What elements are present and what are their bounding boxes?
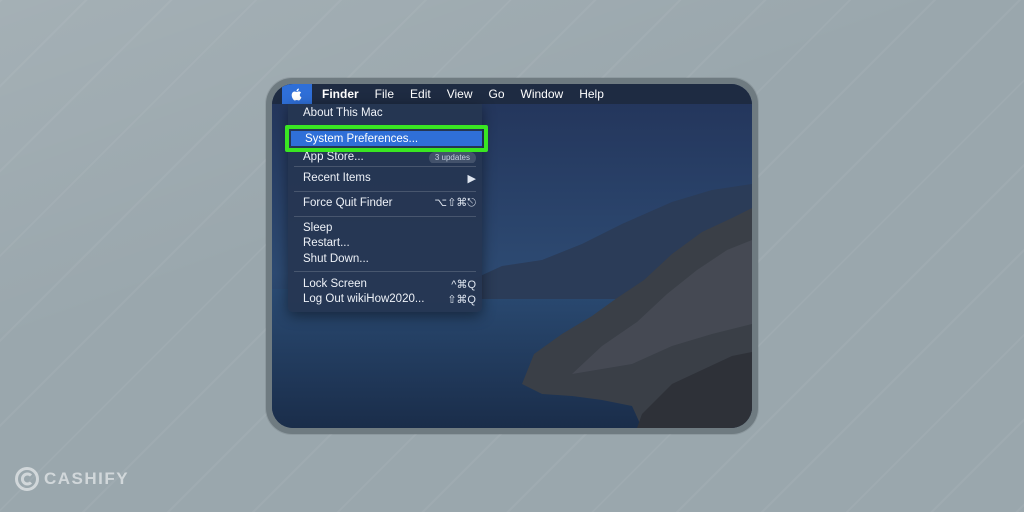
menu-item-label: About This Mac [303,107,383,119]
menu-bar: Finder File Edit View Go Window Help [272,84,752,104]
menu-go[interactable]: Go [481,87,513,101]
apple-menu-dropdown: About This Mac App Store... 3 updates Sy… [285,104,488,312]
menu-item-label: Force Quit Finder [303,197,393,209]
menu-item-about-this-mac[interactable]: About This Mac [288,105,482,121]
shortcut-label: ⇧⌘Q [447,293,476,306]
menu-finder[interactable]: Finder [312,87,367,101]
menu-item-log-out[interactable]: Log Out wikiHow2020... ⇧⌘Q [288,291,482,307]
menu-file[interactable]: File [367,87,402,101]
menu-item-label: Shut Down... [303,253,369,265]
menu-item-label: Sleep [303,222,333,234]
menu-separator [294,271,476,272]
updates-badge: 3 updates [428,152,476,163]
apple-icon [291,88,302,101]
menu-item-label: Log Out wikiHow2020... [303,293,425,305]
menu-separator [294,216,476,217]
mac-screen: Finder File Edit View Go Window Help Abo… [272,84,752,428]
menu-separator [294,166,476,167]
menu-item-label: System Preferences... [305,132,419,145]
screenshot-frame: Finder File Edit View Go Window Help Abo… [266,78,758,434]
submenu-arrow-icon: ▶ [467,172,476,185]
menu-item-label: App Store... [303,152,364,163]
menu-item-system-preferences[interactable]: System Preferences... [291,131,482,146]
highlight-box: System Preferences... [285,125,488,152]
menu-item-shut-down[interactable]: Shut Down... [288,251,482,267]
cashify-logo-icon [15,467,39,491]
menu-edit[interactable]: Edit [402,87,439,101]
apple-menu-button[interactable] [282,84,312,104]
menu-item-restart[interactable]: Restart... [288,235,482,251]
menu-item-label: Lock Screen [303,278,367,290]
shortcut-label: ⌥⇧⌘⎋ [434,197,476,209]
menu-separator [294,191,476,192]
menu-item-recent-items[interactable]: Recent Items ▶ [288,170,482,186]
menu-item-sleep[interactable]: Sleep [288,220,482,236]
cashify-watermark: CASHIFY [14,466,129,492]
menu-view[interactable]: View [439,87,481,101]
menu-help[interactable]: Help [571,87,612,101]
watermark-text: CASHIFY [44,469,130,488]
menu-window[interactable]: Window [513,87,572,101]
menu-item-app-store[interactable]: App Store... 3 updates [288,152,482,163]
menu-item-lock-screen[interactable]: Lock Screen ^⌘Q [288,276,482,292]
menu-item-label: Restart... [303,237,350,249]
menu-item-force-quit[interactable]: Force Quit Finder ⌥⇧⌘⎋ [288,195,482,211]
shortcut-label: ^⌘Q [451,278,476,291]
menu-item-label: Recent Items [303,172,371,184]
